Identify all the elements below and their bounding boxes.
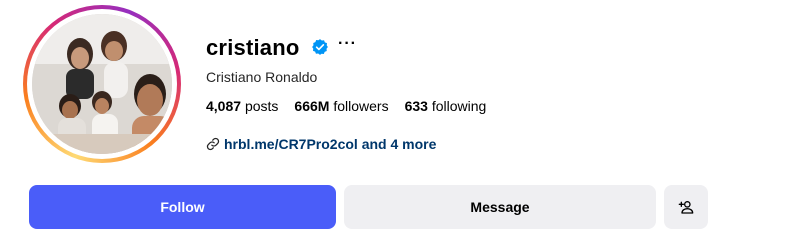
bio-link[interactable]: hrbl.me/CR7Pro2col and 4 more	[206, 135, 436, 153]
profile-stats: 4,087 posts 666M followers 633 following	[206, 97, 486, 115]
story-ring[interactable]	[23, 5, 181, 163]
following-stat[interactable]: 633 following	[405, 97, 487, 115]
posts-label: posts	[244, 98, 279, 114]
more-options-button[interactable]: ···	[338, 34, 357, 54]
message-button[interactable]: Message	[344, 185, 656, 229]
link-icon	[206, 137, 220, 151]
followers-label: followers	[333, 98, 389, 114]
followers-count: 666M	[294, 98, 330, 114]
verified-badge-icon	[312, 39, 328, 55]
follow-button[interactable]: Follow	[29, 185, 336, 229]
bio-link-text[interactable]: hrbl.me/CR7Pro2col and 4 more	[224, 135, 436, 153]
suggested-users-button[interactable]	[664, 185, 708, 229]
posts-stat: 4,087 posts	[206, 97, 278, 115]
posts-count: 4,087	[206, 98, 242, 114]
followers-stat[interactable]: 666M followers	[294, 97, 388, 115]
username: cristiano	[206, 35, 300, 60]
avatar-image	[32, 14, 172, 154]
full-name: Cristiano Ronaldo	[206, 69, 318, 85]
person-plus-icon	[678, 201, 694, 214]
following-count: 633	[404, 98, 428, 114]
following-label: following	[431, 98, 487, 114]
profile-header: cristiano ··· Cristiano Ronaldo 4,087 po…	[0, 0, 794, 240]
avatar[interactable]	[32, 14, 172, 154]
